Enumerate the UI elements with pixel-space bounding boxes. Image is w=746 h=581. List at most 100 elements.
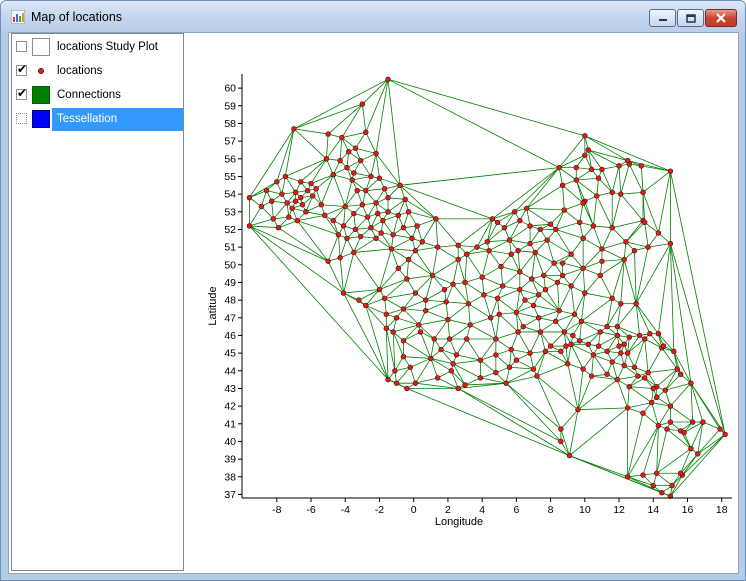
location-point: [337, 255, 343, 261]
connection-edge: [365, 188, 385, 191]
location-point: [405, 209, 412, 215]
connection-edge: [341, 131, 366, 138]
title-bar[interactable]: Map of locations: [1, 1, 745, 33]
connection-edge: [625, 222, 646, 243]
location-point: [664, 426, 670, 432]
connection-edge: [538, 310, 560, 319]
maximize-button[interactable]: [677, 9, 704, 27]
location-point: [268, 198, 275, 204]
location-point: [537, 329, 544, 335]
visibility-checkbox[interactable]: ✔: [16, 62, 28, 76]
location-point: [354, 187, 360, 194]
connection-edge: [555, 229, 572, 255]
location-point: [599, 166, 605, 173]
connection-edge: [305, 211, 325, 216]
location-point: [575, 406, 581, 413]
close-button[interactable]: [705, 9, 737, 27]
connection-edge: [278, 227, 329, 262]
location-point: [614, 323, 621, 330]
location-point: [344, 235, 350, 242]
location-point: [431, 336, 437, 342]
connection-edge: [480, 338, 497, 361]
location-point: [604, 371, 610, 378]
content-area: locations Study Plot ✔ locations ✔ Conne…: [8, 32, 739, 574]
connection-edge: [432, 275, 445, 290]
connection-edge: [601, 259, 625, 262]
location-point: [609, 295, 615, 302]
connection-edge: [656, 472, 673, 486]
location-point: [494, 219, 501, 226]
legend-item-tessellation[interactable]: Tessellation: [12, 108, 183, 131]
visibility-checkbox[interactable]: [16, 41, 27, 52]
location-point: [357, 157, 364, 164]
location-point: [325, 131, 331, 137]
location-point: [455, 242, 461, 249]
connection-edge: [593, 225, 613, 229]
connection-edge: [249, 181, 278, 199]
connection-edge: [611, 227, 627, 243]
connection-edge: [343, 206, 346, 226]
connection-edge: [569, 455, 628, 478]
legend-item-locations[interactable]: ✔ locations: [12, 60, 183, 83]
visibility-checkbox[interactable]: ✔: [16, 86, 27, 100]
location-point: [373, 200, 379, 206]
maximize-icon: [685, 13, 696, 23]
legend-item-connections[interactable]: ✔ Connections: [12, 84, 183, 107]
connection-edge: [387, 79, 401, 186]
visibility-checkbox[interactable]: [16, 113, 27, 124]
connection-edge: [577, 407, 628, 411]
connection-edge: [352, 176, 371, 181]
location-point: [330, 172, 336, 178]
connection-edge: [456, 354, 481, 361]
location-point: [404, 385, 410, 392]
location-point: [501, 225, 508, 231]
minimize-button[interactable]: [649, 9, 676, 27]
location-point: [404, 276, 410, 282]
location-point: [623, 239, 629, 245]
location-point: [428, 355, 434, 362]
connection-edge: [332, 174, 346, 207]
y-tick-label: 54: [224, 189, 236, 201]
connection-edge: [635, 303, 640, 336]
location-point: [434, 375, 441, 381]
location-point: [274, 179, 280, 185]
map-chart[interactable]: -8 -6 -4 -2 0 2 4 6 8 10 12 14 16 1837383940414243444…: [187, 33, 736, 573]
blue-box-swatch-icon: [32, 110, 50, 128]
x-tick-label: 8: [548, 504, 554, 516]
connection-edge: [285, 176, 296, 193]
location-point: [576, 219, 583, 226]
location-point: [655, 230, 662, 236]
connection-edge: [582, 267, 601, 276]
location-point: [511, 209, 518, 215]
location-point: [506, 364, 513, 370]
location-point: [659, 490, 665, 496]
x-tick-label: -8: [272, 504, 281, 516]
location-point: [590, 223, 597, 229]
location-point: [640, 189, 646, 196]
location-point: [513, 309, 520, 316]
layer-legend-panel[interactable]: locations Study Plot ✔ locations ✔ Conne…: [11, 33, 184, 571]
checkmark-icon: ✔: [17, 62, 28, 76]
location-point: [553, 226, 559, 233]
connection-edge: [415, 377, 438, 384]
location-point: [642, 375, 648, 381]
connection-edge: [634, 250, 637, 304]
location-point: [563, 343, 569, 349]
legend-item-study-plot[interactable]: locations Study Plot: [12, 36, 183, 59]
y-tick-label: 39: [224, 454, 236, 466]
connection-edge: [418, 319, 449, 326]
map-plot-area[interactable]: -8 -6 -4 -2 0 2 4 6 8 10 12 14 16 18 37 38 39 40 41 42 43 44 4…: [187, 33, 736, 573]
connection-edge: [642, 412, 659, 426]
location-point: [677, 371, 684, 378]
connection-edge: [432, 275, 454, 285]
y-tick-label: 57: [224, 136, 236, 148]
connection-edge: [555, 313, 575, 322]
location-point: [419, 239, 425, 245]
connection-edge: [466, 253, 483, 278]
location-point: [568, 251, 574, 257]
connection-edge: [526, 207, 551, 225]
connection-edge: [408, 259, 433, 276]
connection-edge: [570, 268, 584, 287]
location-point: [689, 419, 696, 425]
location-point: [582, 152, 588, 158]
